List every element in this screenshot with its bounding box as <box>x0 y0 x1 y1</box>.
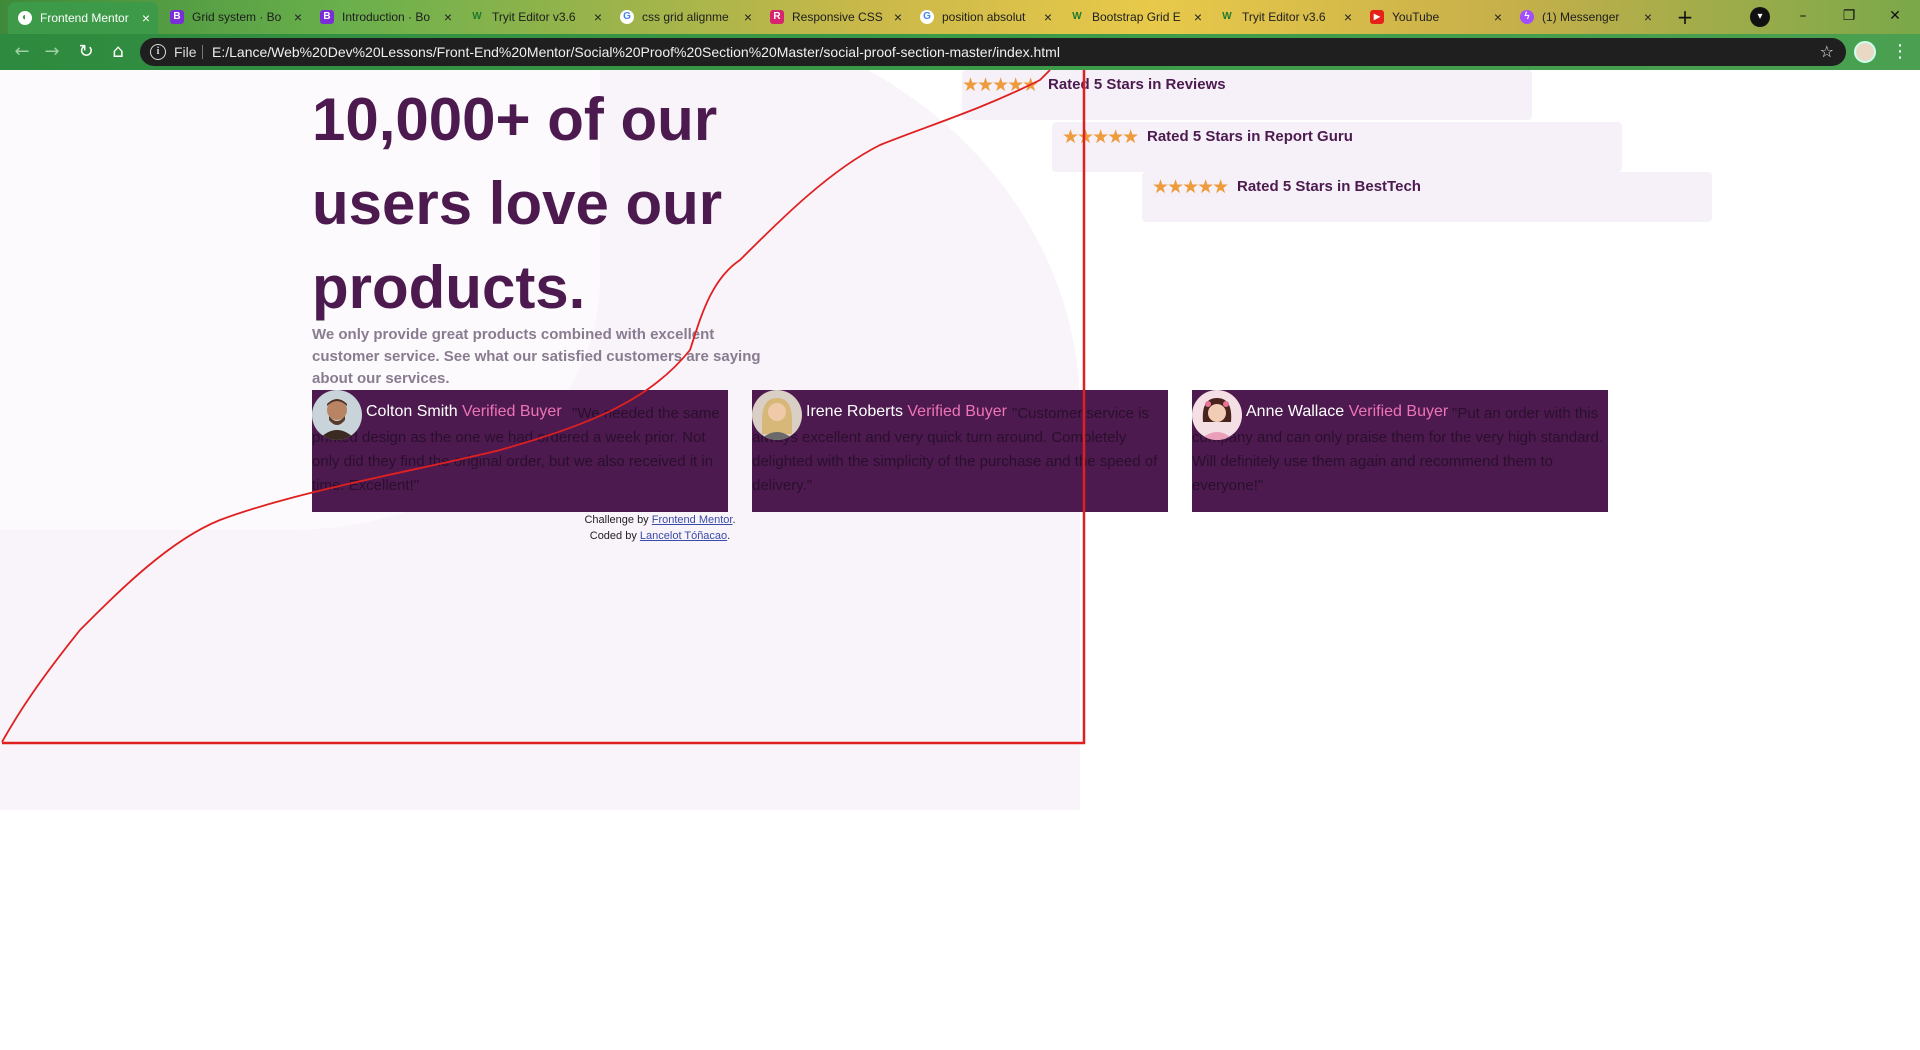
bootstrap-icon: B <box>320 10 334 24</box>
frontend-mentor-link[interactable]: Frontend Mentor <box>652 514 733 526</box>
browser-tab-bar: ◐ Frontend Mentor × B Grid system · Bo ×… <box>0 0 1920 34</box>
verified-badge: Verified Buyer <box>462 403 562 420</box>
rating-report-guru: ★★★★★ Rated 5 Stars in Report Guru <box>1052 122 1622 172</box>
avatar <box>312 390 362 440</box>
rating-label: Rated 5 Stars in BestTech <box>1237 178 1421 195</box>
testimonial-author: Anne Wallace Verified Buyer <box>1246 402 1448 422</box>
tab-title: Frontend Mentor <box>40 11 129 25</box>
testimonial-card: "We needed the same printed design as th… <box>312 390 728 512</box>
close-tab-icon[interactable]: × <box>1044 4 1052 30</box>
reload-icon[interactable]: ↻ <box>74 40 98 64</box>
bootstrap-icon: B <box>170 10 184 24</box>
tab-youtube[interactable]: ▶ YouTube × <box>1360 4 1510 30</box>
tab-introduction[interactable]: B Introduction · Bo × <box>310 4 460 30</box>
profile-avatar[interactable] <box>1854 41 1876 63</box>
tab-bootstrap-grid[interactable]: W Bootstrap Grid E × <box>1060 4 1210 30</box>
five-stars-icon: ★★★★★ <box>962 74 1039 96</box>
divider <box>202 45 203 59</box>
testimonial-author: Irene Roberts Verified Buyer <box>806 402 1007 422</box>
tab-tryit-editor[interactable]: W Tryit Editor v3.6 × <box>460 4 610 30</box>
tab-search-icon[interactable]: ▾ <box>1750 7 1770 27</box>
challenge-credit: Challenge by Frontend Mentor. <box>584 514 736 526</box>
tab-title: Bootstrap Grid E <box>1092 10 1181 24</box>
close-tab-icon[interactable]: × <box>294 4 302 30</box>
page-description: We only provide great products combined … <box>312 326 761 387</box>
avatar <box>1192 390 1242 440</box>
bookmark-star-icon[interactable]: ☆ <box>1820 38 1834 66</box>
close-tab-icon[interactable]: × <box>1344 4 1352 30</box>
back-arrow-icon[interactable]: ← <box>10 40 34 64</box>
attribution: Challenge by Frontend Mentor. Coded by L… <box>430 512 890 544</box>
author-name: Anne Wallace <box>1246 403 1345 420</box>
url-text[interactable]: E:/Lance/Web%20Dev%20Lessons/Front-End%2… <box>212 38 1060 66</box>
minimize-button[interactable]: – <box>1780 2 1826 30</box>
rating-besttech: ★★★★★ Rated 5 Stars in BestTech <box>1142 172 1712 222</box>
rating-label: Rated 5 Stars in Reviews <box>1048 76 1226 93</box>
youtube-icon: ▶ <box>1370 10 1384 24</box>
close-tab-icon[interactable]: × <box>894 4 902 30</box>
close-tab-icon[interactable]: × <box>1494 4 1502 30</box>
more-menu-icon[interactable]: ⋮ <box>1890 38 1910 66</box>
browser-toolbar: ← → ↻ ⌂ i File E:/Lance/Web%20Dev%20Less… <box>0 34 1920 70</box>
scheme-label: File <box>174 44 197 60</box>
tab-title: Tryit Editor v3.6 <box>492 10 576 24</box>
close-tab-icon[interactable]: × <box>444 4 452 30</box>
testimonial-card: "Put an order with this company and can … <box>1192 390 1608 512</box>
tab-title: css grid alignme <box>642 10 729 24</box>
close-tab-icon[interactable]: × <box>1194 4 1202 30</box>
tab-grid-system[interactable]: B Grid system · Bo × <box>160 4 310 30</box>
coded-credit: Coded by Lancelot Tóñacao. <box>589 530 731 542</box>
tab-responsive-css[interactable]: R Responsive CSS × <box>760 4 910 30</box>
close-tab-icon[interactable]: × <box>744 4 752 30</box>
rating-reviews: ★★★★★ Rated 5 Stars in Reviews <box>962 70 1532 120</box>
tab-frontend-mentor[interactable]: ◐ Frontend Mentor × <box>8 2 158 34</box>
w3schools-icon: W <box>1072 11 1082 22</box>
address-bar[interactable]: i File E:/Lance/Web%20Dev%20Lessons/Fron… <box>140 38 1846 66</box>
challenge-prefix: Challenge by <box>584 514 649 526</box>
google-icon: G <box>620 10 634 24</box>
page-title: 10,000+ of our users love our products. <box>312 86 723 321</box>
new-tab-button[interactable]: + <box>1672 4 1698 30</box>
five-stars-icon: ★★★★★ <box>1152 176 1229 198</box>
frontend-mentor-icon: ◐ <box>18 11 32 25</box>
tab-title: position absolut <box>942 10 1026 24</box>
restore-button[interactable]: ❐ <box>1826 2 1872 30</box>
page-viewport: 10,000+ of our users love our products. … <box>0 70 1920 1050</box>
close-tab-icon[interactable]: × <box>594 4 602 30</box>
messenger-icon: ϟ <box>1520 10 1534 24</box>
author-name: Irene Roberts <box>806 403 903 420</box>
tab-tryit-editor-2[interactable]: W Tryit Editor v3.6 × <box>1210 4 1360 30</box>
testimonial-author: Colton Smith Verified Buyer <box>366 402 562 422</box>
verified-badge: Verified Buyer <box>1348 403 1449 420</box>
author-name: Colton Smith <box>366 403 458 420</box>
tab-title: Responsive CSS <box>792 10 883 24</box>
tab-title: Grid system · Bo <box>192 10 282 24</box>
google-icon: G <box>920 10 934 24</box>
tab-messenger[interactable]: ϟ (1) Messenger × <box>1510 4 1660 30</box>
tab-title: YouTube <box>1392 10 1440 24</box>
verified-badge: Verified Buyer <box>907 403 1007 420</box>
rating-label: Rated 5 Stars in Report Guru <box>1147 128 1353 145</box>
close-tab-icon[interactable]: × <box>142 2 150 34</box>
close-tab-icon[interactable]: × <box>1644 4 1652 30</box>
home-icon[interactable]: ⌂ <box>106 40 130 64</box>
coded-prefix: Coded by <box>589 530 637 542</box>
tab-title: (1) Messenger <box>1542 10 1620 24</box>
tab-css-grid-alignment[interactable]: G css grid alignme × <box>610 4 760 30</box>
w3schools-icon: W <box>472 11 482 22</box>
responsive-css-icon: R <box>770 10 784 24</box>
info-icon[interactable]: i <box>150 44 166 60</box>
five-stars-icon: ★★★★★ <box>1062 126 1139 148</box>
close-window-button[interactable]: ✕ <box>1872 2 1918 30</box>
tab-title: Tryit Editor v3.6 <box>1242 10 1326 24</box>
testimonial-card: "Customer service is always excellent an… <box>752 390 1168 512</box>
avatar <box>752 390 802 440</box>
author-link[interactable]: Lancelot Tóñacao <box>640 530 727 542</box>
tab-position-absolute[interactable]: G position absolut × <box>910 4 1060 30</box>
tab-title: Introduction · Bo <box>342 10 431 24</box>
w3schools-icon: W <box>1222 11 1232 22</box>
forward-arrow-icon[interactable]: → <box>40 40 64 64</box>
